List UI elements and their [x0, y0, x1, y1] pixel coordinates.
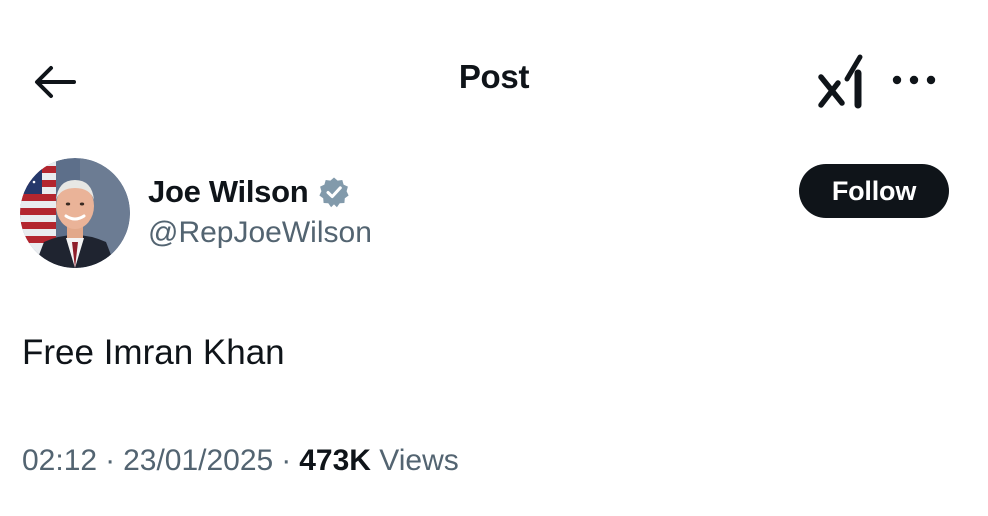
more-horizontal-icon: [892, 75, 936, 85]
more-options-button[interactable]: [888, 60, 940, 100]
post-date[interactable]: 23/01/2025: [123, 444, 273, 477]
avatar[interactable]: [20, 158, 130, 268]
author-names: Joe Wilson @RepJoeWilson: [148, 172, 372, 250]
follow-button[interactable]: Follow: [799, 164, 949, 218]
grok-icon: [818, 54, 863, 109]
display-name-row: Joe Wilson: [148, 172, 372, 212]
grok-button[interactable]: [812, 52, 872, 110]
post-time[interactable]: 02:12: [22, 444, 97, 477]
post-metadata: 02:12 · 23/01/2025 · 473K Views: [22, 444, 459, 478]
author-handle[interactable]: @RepJoeWilson: [148, 216, 372, 250]
top-bar: Post: [0, 0, 988, 150]
meta-separator: ·: [281, 444, 292, 477]
back-button[interactable]: [30, 58, 78, 106]
post-author: Joe Wilson @RepJoeWilson Follow: [20, 158, 960, 270]
meta-separator: ·: [105, 444, 116, 477]
verified-badge-icon: [318, 176, 350, 208]
views-count: 473K: [299, 444, 371, 477]
display-name[interactable]: Joe Wilson: [148, 174, 309, 210]
post-text: Free Imran Khan: [22, 333, 285, 372]
avatar-photo: [20, 158, 130, 268]
views-label: Views: [379, 444, 459, 477]
arrow-left-icon: [35, 66, 76, 98]
